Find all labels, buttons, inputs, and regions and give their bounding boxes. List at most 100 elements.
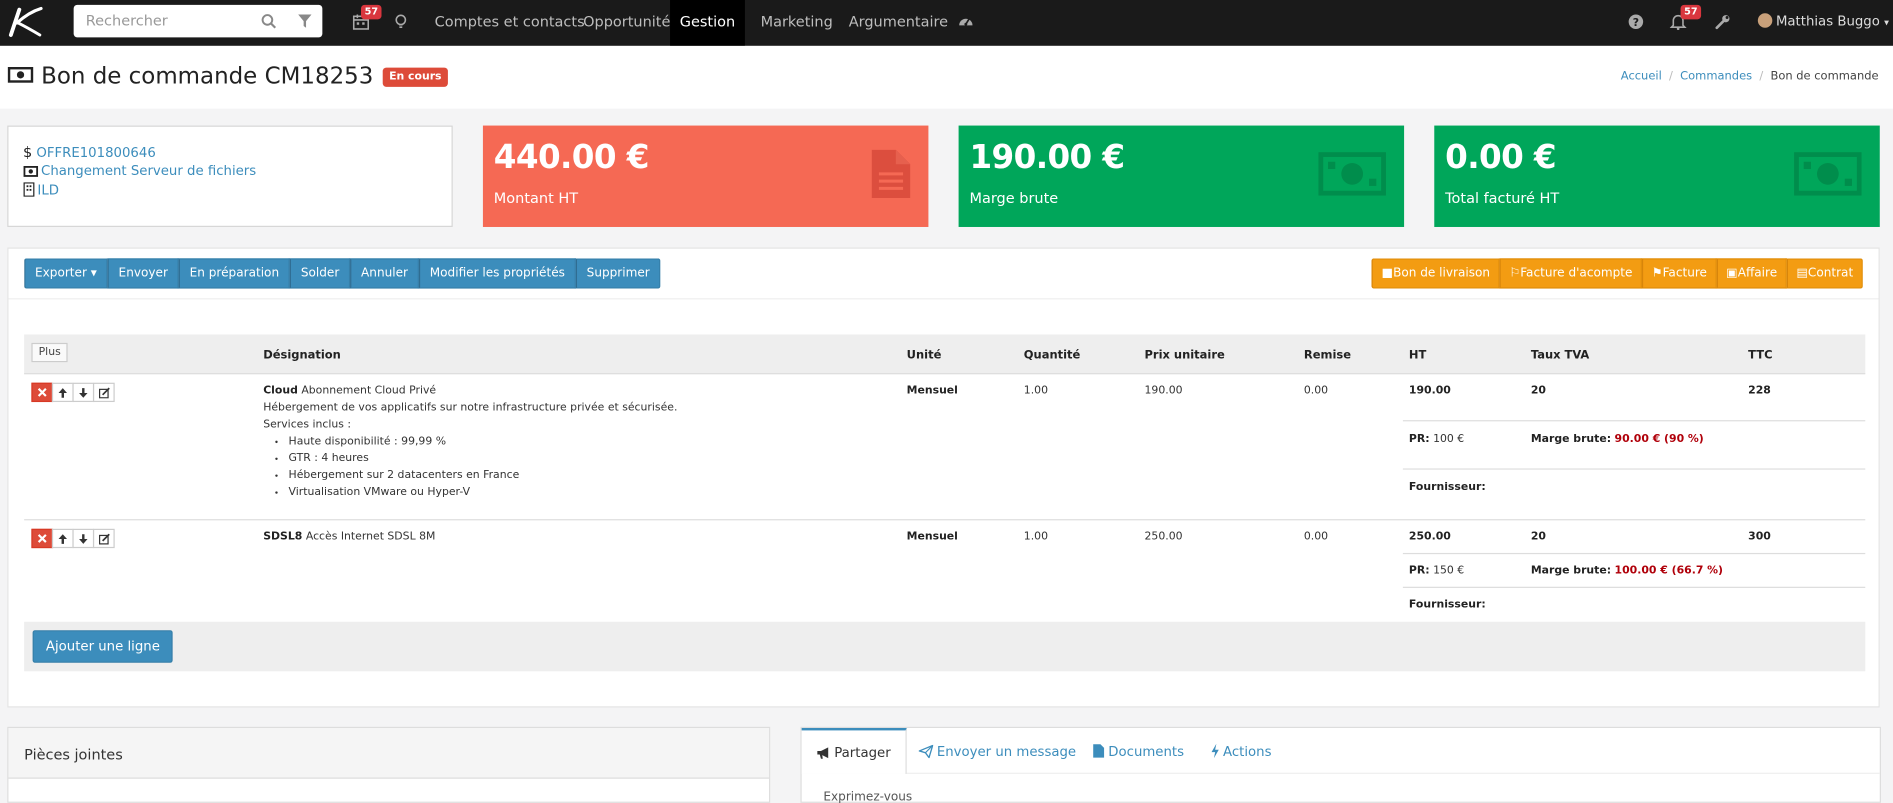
arrow-down-icon xyxy=(79,534,88,544)
page-title: Bon de commande CM18253 En cours xyxy=(7,62,448,90)
edit-line-button[interactable] xyxy=(92,528,115,549)
kpi-value: 440.00 € xyxy=(493,138,650,177)
deposit-invoice-button[interactable]: ⚐Facture d'acompte xyxy=(1499,258,1643,289)
arrow-down-icon xyxy=(79,388,88,398)
add-line-button[interactable]: Ajouter une ligne xyxy=(32,630,174,663)
delivery-note-button[interactable]: ■Bon de livraison xyxy=(1372,258,1500,289)
breadcrumb-accueil[interactable]: Accueil xyxy=(1621,70,1662,83)
search-input[interactable] xyxy=(85,10,255,31)
filter-icon[interactable] xyxy=(297,13,313,29)
share-prompt[interactable]: Exprimez-vous xyxy=(823,791,912,803)
line-supplier: Fournisseur: xyxy=(1408,481,1486,494)
line-discount: 0.00 xyxy=(1303,531,1329,544)
money-icon xyxy=(7,67,34,83)
delete-line-button[interactable] xyxy=(31,382,54,403)
action-buttons: Exporter ▾ Envoyer En préparation Solder… xyxy=(24,258,661,289)
lightbulb-icon[interactable] xyxy=(392,13,409,30)
search-box xyxy=(73,4,323,38)
line-pr: PR: 150 € xyxy=(1408,565,1465,578)
line-pr: PR: 100 € xyxy=(1408,433,1465,446)
wrench-icon[interactable] xyxy=(1714,13,1731,30)
settle-button[interactable]: Solder xyxy=(289,258,351,289)
user-name: Matthias Buggo xyxy=(1775,13,1880,29)
kpi-label: Marge brute xyxy=(969,189,1059,207)
delete-button[interactable]: Supprimer xyxy=(575,258,661,289)
in-preparation-button[interactable]: En préparation xyxy=(178,258,290,289)
create-document-buttons: ■Bon de livraison ⚐Facture d'acompte ⚑Fa… xyxy=(1372,258,1863,289)
export-button[interactable]: Exporter ▾ xyxy=(24,258,108,289)
status-badge: En cours xyxy=(383,67,448,87)
project-link[interactable]: Changement Serveur de fichiers xyxy=(23,163,256,179)
add-line-bar: Ajouter une ligne xyxy=(24,621,1866,672)
list-item: Haute disponibilité : 99,99 % xyxy=(289,433,520,450)
calendar-badge: 57 xyxy=(360,4,382,20)
svg-text:?: ? xyxy=(1633,16,1639,29)
tab-documents[interactable]: Documents xyxy=(1078,728,1198,774)
notifications-badge: 57 xyxy=(1680,4,1702,20)
money-icon xyxy=(1794,152,1862,196)
company-name[interactable]: ILD xyxy=(37,182,59,198)
close-icon xyxy=(37,534,47,543)
cancel-button[interactable]: Annuler xyxy=(350,258,419,289)
dashboard-icon[interactable] xyxy=(957,13,974,30)
breadcrumb: Accueil / Commandes / Bon de commande xyxy=(1620,70,1879,84)
col-taux-tva: Taux TVA xyxy=(1530,348,1590,363)
services-list: Haute disponibilité : 99,99 % GTR : 4 he… xyxy=(269,433,520,501)
attachments-title: Pièces jointes xyxy=(24,746,123,764)
plus-button[interactable]: Plus xyxy=(31,342,69,363)
line-unit: Mensuel xyxy=(906,531,958,544)
page-title-text: Bon de commande CM18253 xyxy=(41,62,374,90)
line-vat: 20 xyxy=(1530,385,1546,398)
order-info-box: $ OFFRE101800646 Changement Serveur de f… xyxy=(7,125,453,227)
search-icon[interactable] xyxy=(261,13,277,29)
divider xyxy=(1402,586,1866,588)
nav-gestion[interactable]: Gestion xyxy=(670,0,745,46)
move-down-button[interactable] xyxy=(72,382,95,403)
project-name[interactable]: Changement Serveur de fichiers xyxy=(41,163,256,179)
nav-opportunite[interactable]: Opportunité xyxy=(569,0,685,46)
move-up-button[interactable] xyxy=(51,382,74,403)
kpi-value: 190.00 € xyxy=(969,138,1125,177)
divider xyxy=(1402,468,1866,470)
col-ttc: TTC xyxy=(1748,348,1773,363)
bullhorn-icon xyxy=(817,747,829,759)
tab-envoyer-message[interactable]: Envoyer un message xyxy=(904,728,1090,774)
avatar xyxy=(1757,13,1773,28)
col-remise: Remise xyxy=(1303,348,1351,363)
attachments-panel: Pièces jointes xyxy=(7,726,771,803)
kpi-label: Montant HT xyxy=(493,189,579,207)
nav-marketing[interactable]: Marketing xyxy=(746,0,847,46)
user-menu[interactable]: Matthias Buggo ▾ xyxy=(1757,0,1889,46)
edit-line-button[interactable] xyxy=(92,382,115,403)
breadcrumb-commandes[interactable]: Commandes xyxy=(1680,70,1752,83)
offer-number[interactable]: OFFRE101800646 xyxy=(36,145,155,161)
line-unit: Mensuel xyxy=(906,385,958,398)
line-supplier: Fournisseur: xyxy=(1408,598,1486,611)
invoice-button[interactable]: ⚑Facture xyxy=(1642,258,1717,289)
nav-argumentaire[interactable]: Argumentaire xyxy=(834,0,962,46)
edit-properties-button[interactable]: Modifier les propriétés xyxy=(418,258,576,289)
move-down-button[interactable] xyxy=(72,528,95,549)
help-icon[interactable]: ? xyxy=(1627,13,1644,30)
offer-link[interactable]: $ OFFRE101800646 xyxy=(23,144,156,161)
table-header: Plus Désignation Unité Quantité Prix uni… xyxy=(24,334,1866,375)
contract-button[interactable]: ▤Contrat xyxy=(1786,258,1863,289)
logo-icon[interactable] xyxy=(7,5,43,39)
tab-partager[interactable]: Partager xyxy=(801,728,907,774)
tab-actions[interactable]: Actions xyxy=(1196,728,1286,774)
company-link[interactable]: ILD xyxy=(23,182,59,198)
order-lines-box: Exporter ▾ Envoyer En préparation Solder… xyxy=(7,247,1880,708)
move-up-button[interactable] xyxy=(51,528,74,549)
list-item: Virtualisation VMware ou Hyper-V xyxy=(289,484,520,501)
col-quantite: Quantité xyxy=(1023,348,1081,363)
line-ht: 190.00 xyxy=(1408,385,1451,398)
delete-line-button[interactable] xyxy=(31,528,54,549)
deal-button[interactable]: ▣Affaire xyxy=(1716,258,1787,289)
truck-icon: ■ xyxy=(1381,266,1394,281)
building-icon xyxy=(23,182,35,197)
kpi-montant-ht: 440.00 € Montant HT xyxy=(482,125,929,227)
send-button[interactable]: Envoyer xyxy=(107,258,179,289)
line-price: 250.00 xyxy=(1144,531,1183,544)
line-description: Hébergement de vos applicatifs sur notre… xyxy=(263,402,678,415)
kpi-label: Total facturé HT xyxy=(1445,189,1560,207)
